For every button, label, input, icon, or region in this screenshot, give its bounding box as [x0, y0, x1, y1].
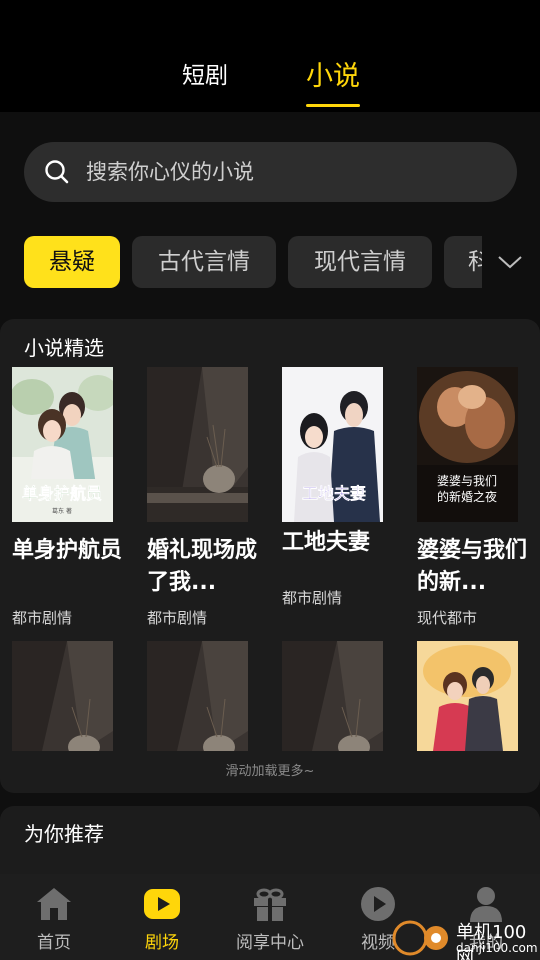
book-tag: 都市剧情: [12, 609, 73, 627]
book-cover[interactable]: [282, 641, 383, 751]
tab-novel[interactable]: 小说: [306, 54, 360, 93]
top-tab-bar: 短剧 小说: [0, 0, 540, 112]
section-title: 为你推荐: [24, 822, 104, 846]
cover-title-text: 工地夫妻: [302, 484, 366, 503]
book-cover[interactable]: 单身护航员 葛东 著: [12, 367, 113, 522]
book-cover[interactable]: [417, 641, 518, 751]
featured-section: 小说精选 单身护航员 葛东 著 单身护航员 都市剧情 婚礼现场成了我... 都市…: [0, 319, 540, 793]
cover-illustration: 单身护航员 葛东 著: [12, 367, 113, 522]
cover-placeholder-vase: [12, 641, 113, 751]
nav-reading-center[interactable]: 阅享中心: [220, 874, 320, 960]
cover-title-text: 的新婚之夜: [437, 489, 497, 504]
book-cover[interactable]: 婆婆与我们 的新婚之夜: [417, 367, 518, 522]
book-title[interactable]: 单身护航员: [12, 535, 132, 567]
cover-author-text: 葛东 著: [52, 507, 72, 515]
chevron-down-icon[interactable]: [494, 248, 526, 276]
cover-placeholder-vase: [282, 641, 383, 751]
cover-placeholder-vase: [147, 641, 248, 751]
home-icon: [37, 888, 71, 920]
book-title[interactable]: 工地夫妻: [282, 527, 402, 559]
play-icon: [144, 889, 180, 919]
category-chips: 悬疑 古代言情 现代言情 科: [24, 236, 482, 288]
book-cover[interactable]: 工地夫妻: [282, 367, 383, 522]
search-bar[interactable]: [24, 142, 517, 202]
cover-illustration: [417, 641, 518, 751]
nav-label: 首页: [37, 933, 71, 953]
chip-suspense[interactable]: 悬疑: [24, 236, 120, 288]
gift-icon: [254, 888, 286, 921]
watermark-url: danji100.com: [456, 941, 538, 955]
search-input[interactable]: [86, 142, 486, 202]
cover-title-text: 婆婆与我们: [437, 473, 497, 488]
search-icon: [45, 160, 69, 184]
cover-illustration: 婆婆与我们 的新婚之夜: [417, 367, 518, 522]
book-cover[interactable]: [147, 367, 248, 522]
nav-theater[interactable]: 剧场: [112, 874, 212, 960]
cover-illustration: 工地夫妻: [282, 367, 383, 522]
tab-short-drama[interactable]: 短剧: [182, 56, 228, 90]
nav-label: 剧场: [145, 933, 179, 953]
book-tag: 现代都市: [417, 609, 478, 627]
book-tag: 都市剧情: [282, 589, 343, 607]
cover-placeholder-vase: [147, 367, 248, 522]
cover-title-text: 单身护航员: [22, 484, 102, 503]
section-title: 小说精选: [24, 336, 104, 360]
load-more-hint: 滑动加载更多~: [225, 764, 315, 779]
book-tag: 都市剧情: [147, 609, 208, 627]
chip-scifi[interactable]: 科: [444, 236, 482, 288]
book-title[interactable]: 婚礼现场成了我...: [147, 535, 267, 599]
active-tab-indicator: [306, 104, 360, 107]
chip-ancient-romance[interactable]: 古代言情: [132, 236, 276, 288]
book-cover[interactable]: [12, 641, 113, 751]
chip-modern-romance[interactable]: 现代言情: [288, 236, 432, 288]
book-cover[interactable]: [147, 641, 248, 751]
nav-home[interactable]: 首页: [4, 874, 104, 960]
book-title[interactable]: 婆婆与我们的新...: [417, 535, 537, 599]
nav-label: 阅享中心: [236, 933, 304, 953]
